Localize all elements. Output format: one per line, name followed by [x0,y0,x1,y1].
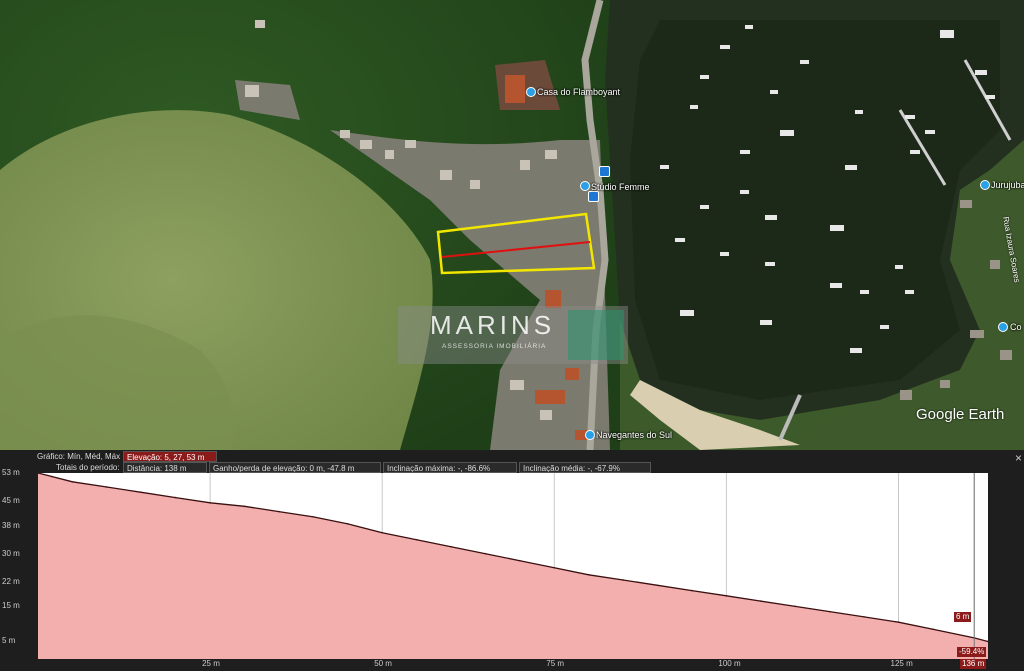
elevation-point [587,573,590,576]
place-label-right[interactable]: Co [1010,322,1022,332]
elevation-point [50,475,53,478]
x-tick-label: 25 m [202,659,220,668]
x-tick-label: 50 m [374,659,392,668]
elevation-point [760,600,762,602]
max-slope-value: Inclinação máxima: -, -86.6% [383,462,517,473]
elevation-chart[interactable] [38,473,988,659]
elevation-point [897,621,900,623]
elevation-point [71,480,74,483]
cursor-distance-tag: 136 m [960,659,987,669]
elevation-point [346,523,349,525]
elevation-point [622,579,624,581]
marins-watermark: MARINS ASSESSORIA IMOBILIÁRIA [398,306,628,364]
elevation-point [243,505,246,508]
watermark-logo-icon [568,310,624,360]
elevation-point [312,516,315,518]
place-pin-icon[interactable] [980,180,990,190]
elevation-summary: Elevação: 5, 27, 53 m [123,451,217,462]
watermark-title: MARINS [430,310,556,340]
graph-label: Gráfico: Mín, Méd, Máx [37,452,121,461]
elevation-point [106,486,108,488]
cursor-slope-tag: -59.4% [957,647,987,657]
elevation-point [140,491,143,494]
google-earth-logo: Google Earth [916,406,1005,423]
elevation-point [656,584,659,587]
y-tick-label: 38 m [2,520,20,530]
y-tick-label: 15 m [2,601,20,611]
distance-value: Distância: 138 m [123,462,207,473]
y-tick-label: 45 m [2,496,20,506]
x-tick-label: 75 m [546,659,565,668]
x-tick-label: 100 m [718,659,741,668]
satellite-map[interactable]: Casa do Flamboyant Stúdio Femme Navegant… [0,0,1024,450]
elevation-point [932,628,934,630]
elevation-point [450,545,452,548]
close-profile-button[interactable]: × [1015,451,1022,465]
y-tick-label: 5 m [2,636,16,646]
y-tick-label: 30 m [2,548,20,558]
elevation-point [381,531,384,534]
elevation-point [209,502,211,504]
elevation-point [174,496,177,499]
place-label-jurujuba[interactable]: Jurujuba [991,180,1024,190]
elevation-point [553,566,556,569]
place-label-casa[interactable]: Casa do Flamboyant [537,87,620,97]
gain-loss-value: Ganho/perda de elevação: 0 m, -47.8 m [209,462,381,473]
watermark-subtitle: ASSESSORIA IMOBILIÁRIA [442,343,547,350]
elevation-point [725,595,728,597]
elevation-point [484,552,487,555]
cursor-elevation-tag: 6 m [954,612,972,622]
totals-label: Totais do período: [56,463,120,472]
avg-slope-value: Inclinação média: -, -67.9% [519,462,651,473]
elevation-point [278,510,280,513]
place-pin-icon[interactable] [526,87,536,97]
y-tick-label: 53 m [2,468,20,477]
map-imagery [0,0,1024,450]
place-label-navegantes[interactable]: Navegantes do Sul [596,430,672,440]
elevation-point [828,610,831,613]
bus-stop-icon[interactable] [599,166,610,177]
place-pin-icon[interactable] [998,322,1008,332]
place-pin-icon[interactable] [585,430,595,440]
elevation-point [794,605,797,608]
y-tick-label: 22 m [2,576,20,586]
place-label-studio[interactable]: Stúdio Femme [591,182,650,192]
elevation-point [863,616,865,618]
elevation-point [519,559,521,562]
x-tick-label: 125 m [890,659,913,668]
elevation-point [691,589,693,592]
bus-stop-icon[interactable] [588,191,599,202]
place-pin-icon[interactable] [580,181,590,191]
elevation-point [415,538,418,541]
